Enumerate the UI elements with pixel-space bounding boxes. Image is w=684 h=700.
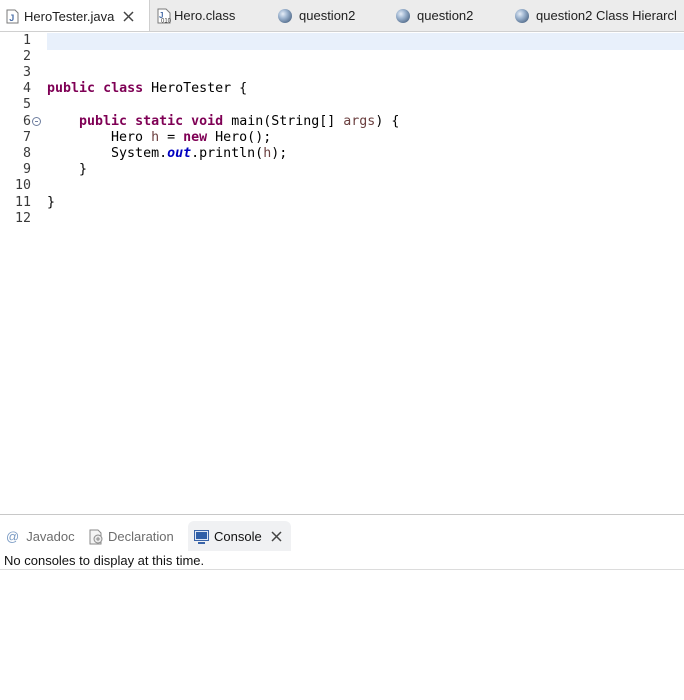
console-icon [194, 529, 209, 544]
fold-toggle-icon[interactable] [32, 117, 41, 126]
code-text: } [47, 162, 87, 178]
tab-label: question2 [417, 8, 474, 23]
code-line: 6 public static void main(String[] args)… [0, 114, 684, 130]
close-icon[interactable] [270, 530, 283, 543]
line-number: 4 [22, 81, 31, 96]
code-editor[interactable]: 1 2 3 4 public class HeroTester { 5 6 pub… [0, 32, 684, 514]
tab-label: question2 Class Hierarcl [536, 8, 677, 23]
code-text: } [47, 195, 55, 211]
globe-icon [396, 8, 410, 23]
variable-token: h [263, 146, 272, 161]
line-number: 2 [22, 49, 31, 64]
code-token: main(String[] [223, 114, 344, 129]
code-line: 11} [0, 195, 684, 211]
code-line: 5 [0, 97, 684, 113]
code-line: 1 [0, 33, 684, 50]
code-line: 10 [0, 178, 684, 194]
line-number: 10 [14, 178, 31, 193]
keyword-token: public [79, 114, 128, 129]
line-number: 6 [22, 114, 31, 129]
line-number: 3 [22, 65, 31, 80]
tab-console[interactable]: Console [188, 521, 291, 551]
field-token: out [167, 146, 192, 161]
code-line: 4 public class HeroTester { [0, 81, 684, 97]
close-icon[interactable] [122, 10, 135, 23]
code-token: Hero(); [207, 130, 272, 145]
code-token: .println( [191, 146, 264, 161]
tab-label: Javadoc [26, 528, 75, 544]
console-message: No consoles to display at this time. [4, 553, 205, 568]
globe-icon [278, 8, 292, 23]
line-number: 1 [22, 33, 31, 48]
java-file-icon: J [6, 9, 19, 24]
code-token: HeroTester { [143, 81, 248, 96]
line-number: 11 [14, 195, 31, 210]
keyword-token: public [47, 81, 96, 96]
tab-label: HeroTester.java [24, 8, 115, 24]
code-token: = [159, 130, 184, 145]
code-token: } [47, 195, 56, 210]
variable-token: h [151, 130, 160, 145]
tab-javadoc[interactable]: @ Javadoc [6, 521, 81, 551]
console-divider [0, 569, 684, 570]
code-token: Hero [47, 130, 152, 145]
tab-declaration[interactable]: Declaration [88, 521, 180, 551]
code-line: 3 [0, 65, 684, 81]
tab-label: Hero.class [174, 8, 236, 23]
svg-text:J: J [9, 13, 14, 23]
code-text: public static void main(String[] args) { [47, 114, 399, 130]
class-file-icon: J 010 [156, 8, 172, 25]
code-line: 9 } [0, 162, 684, 178]
code-line: 12 [0, 211, 684, 227]
code-text: Hero h = new Hero(); [47, 130, 271, 146]
keyword-token: class [103, 81, 144, 96]
line-number: 5 [22, 97, 31, 112]
line-number: 7 [22, 130, 31, 145]
tab-hero-class[interactable]: J 010 Hero.class [156, 0, 235, 31]
bottom-tab-bar: @ Javadoc Declaration Console [0, 521, 684, 551]
code-line: 7 Hero h = new Hero(); [0, 130, 684, 146]
tab-question2-second[interactable]: question2 [396, 0, 473, 31]
editor-tab-bar: J HeroTester.java J 010 Hero.class questi… [0, 0, 684, 32]
code-text: public class HeroTester { [47, 81, 247, 97]
code-token: } [47, 162, 88, 177]
code-token: ); [271, 146, 288, 161]
code-token: ) { [375, 114, 400, 129]
tab-label: Console [214, 528, 262, 544]
line-number: 8 [22, 146, 31, 161]
line-number: 12 [14, 211, 31, 226]
tab-label: Declaration [108, 528, 174, 544]
globe-icon [515, 8, 529, 23]
line-number: 9 [22, 162, 31, 177]
tab-herotester-java[interactable]: J HeroTester.java [0, 0, 150, 31]
variable-token: args [343, 114, 376, 129]
code-line: 8 System.out.println(h); [0, 146, 684, 162]
tab-question2-class-hierarchy[interactable]: question2 Class Hierarcl [515, 0, 677, 31]
code-token: System. [47, 146, 168, 161]
keyword-token: static [135, 114, 184, 129]
svg-text:010: 010 [161, 19, 172, 25]
tab-question2[interactable]: question2 [278, 0, 355, 31]
keyword-token: void [191, 114, 224, 129]
declaration-icon [88, 529, 103, 544]
code-line: 2 [0, 49, 684, 65]
tab-label: question2 [299, 8, 356, 23]
code-text: System.out.println(h); [47, 146, 287, 162]
at-icon: @ [6, 528, 20, 544]
keyword-token: new [183, 130, 208, 145]
